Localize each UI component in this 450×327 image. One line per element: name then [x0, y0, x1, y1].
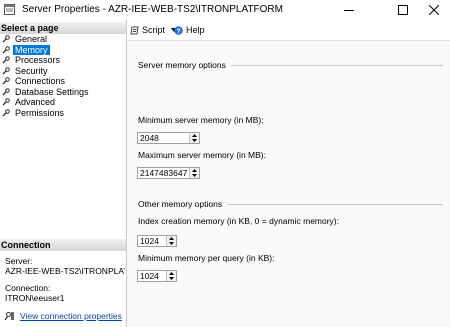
connection-info: Connection: ITRON\eeuser1: [5, 283, 125, 303]
page-item-database-settings[interactable]: Database Settings: [2, 87, 91, 98]
help-label: Help: [186, 25, 205, 35]
page-item-label: Memory: [13, 44, 50, 55]
max-server-memory-label: Maximum server memory (in MB):: [138, 150, 266, 160]
memory-page-content: Server memory options Minimum server mem…: [127, 41, 450, 327]
close-button[interactable]: [420, 2, 448, 18]
page-item-advanced[interactable]: Advanced: [2, 97, 91, 108]
wrench-icon: [2, 87, 10, 96]
max-server-memory-input[interactable]: 2147483647: [137, 167, 200, 179]
connection-properties-icon: [4, 312, 14, 321]
page-item-processors[interactable]: Processors: [2, 55, 91, 66]
section-title: Server memory options: [138, 60, 226, 70]
close-icon: [429, 5, 439, 15]
min-memory-per-query-label: Minimum memory per query (in KB):: [138, 253, 275, 263]
spinner-buttons: [189, 168, 199, 178]
minimize-button[interactable]: [335, 2, 363, 18]
min-server-memory-input[interactable]: 2048: [137, 132, 200, 144]
spin-down-icon[interactable]: [167, 241, 176, 246]
page-item-permissions[interactable]: Permissions: [2, 108, 91, 119]
min-memory-per-query-value: 1024: [140, 271, 159, 281]
page-item-label: Permissions: [15, 107, 65, 118]
spinner-buttons: [189, 133, 199, 143]
connection-value: ITRON\eeuser1: [5, 293, 65, 303]
page-item-general[interactable]: General: [2, 34, 91, 45]
left-pane: Select a page General Memory Processors …: [0, 20, 127, 327]
max-server-memory-value: 2147483647: [140, 168, 188, 178]
spinner-buttons: [166, 236, 176, 246]
wrench-icon: [2, 98, 10, 106]
connection-label: Connection:: [5, 283, 51, 293]
help-icon: ?: [174, 25, 183, 35]
wrench-icon: [2, 56, 10, 64]
script-label: Script: [142, 25, 166, 35]
server-memory-options-section: Server memory options: [138, 60, 443, 70]
section-divider: [230, 64, 443, 66]
spin-down-icon[interactable]: [167, 276, 176, 281]
server-info: Server: AZR-IEE-WEB-TS2\ITRONPLATF: [5, 256, 125, 276]
min-server-memory-label: Minimum server memory (in MB):: [138, 115, 264, 125]
page-list: General Memory Processors Security Conne…: [2, 34, 91, 118]
view-connection-properties-link[interactable]: View connection properties: [4, 311, 122, 321]
title-bar: Server Properties - AZR-IEE-WEB-TS2\ITRO…: [0, 0, 450, 20]
wrench-icon: [2, 77, 10, 85]
wrench-icon: [2, 35, 10, 43]
page-item-label: General: [15, 34, 48, 44]
view-connection-properties-text[interactable]: View connection properties: [20, 311, 122, 321]
min-memory-per-query-input[interactable]: 1024: [137, 270, 177, 282]
toolbar: Script ? Help: [127, 20, 450, 41]
page-item-label: Connections: [15, 76, 66, 86]
svg-text:?: ?: [176, 28, 180, 35]
maximize-icon: [398, 5, 408, 15]
window-title: Server Properties - AZR-IEE-WEB-TS2\ITRO…: [22, 4, 283, 15]
page-item-label: Database Settings: [15, 86, 89, 97]
spin-down-icon[interactable]: [190, 173, 199, 178]
page-item-connections[interactable]: Connections: [2, 76, 91, 87]
index-creation-memory-label: Index creation memory (in KB, 0 = dynami…: [138, 216, 339, 226]
connection-header: Connection: [0, 239, 126, 251]
server-properties-app-icon: [4, 4, 15, 15]
server-value: AZR-IEE-WEB-TS2\ITRONPLATF: [5, 266, 125, 276]
index-creation-memory-input[interactable]: 1024: [137, 235, 177, 247]
min-server-memory-value: 2048: [140, 133, 159, 143]
help-button[interactable]: ? Help: [174, 25, 205, 35]
page-item-label: Security: [15, 65, 48, 76]
spin-down-icon[interactable]: [190, 138, 199, 143]
script-button[interactable]: Script: [130, 25, 178, 35]
script-icon: [130, 26, 139, 34]
page-item-label: Advanced: [15, 97, 56, 107]
maximize-button[interactable]: [389, 2, 417, 18]
server-label: Server:: [5, 256, 33, 266]
index-creation-memory-value: 1024: [140, 236, 159, 246]
wrench-icon: [2, 45, 10, 54]
section-title: Other memory options: [138, 199, 223, 209]
section-divider: [227, 203, 443, 205]
other-memory-options-section: Other memory options: [138, 199, 443, 209]
wrench-icon: [2, 108, 10, 117]
minimize-icon: [344, 10, 354, 11]
select-page-header: Select a page: [0, 22, 126, 34]
page-item-memory[interactable]: Memory: [2, 44, 91, 55]
spinner-buttons: [166, 271, 176, 281]
page-item-security[interactable]: Security: [2, 66, 91, 77]
page-item-label: Processors: [15, 55, 61, 65]
wrench-icon: [2, 66, 10, 75]
